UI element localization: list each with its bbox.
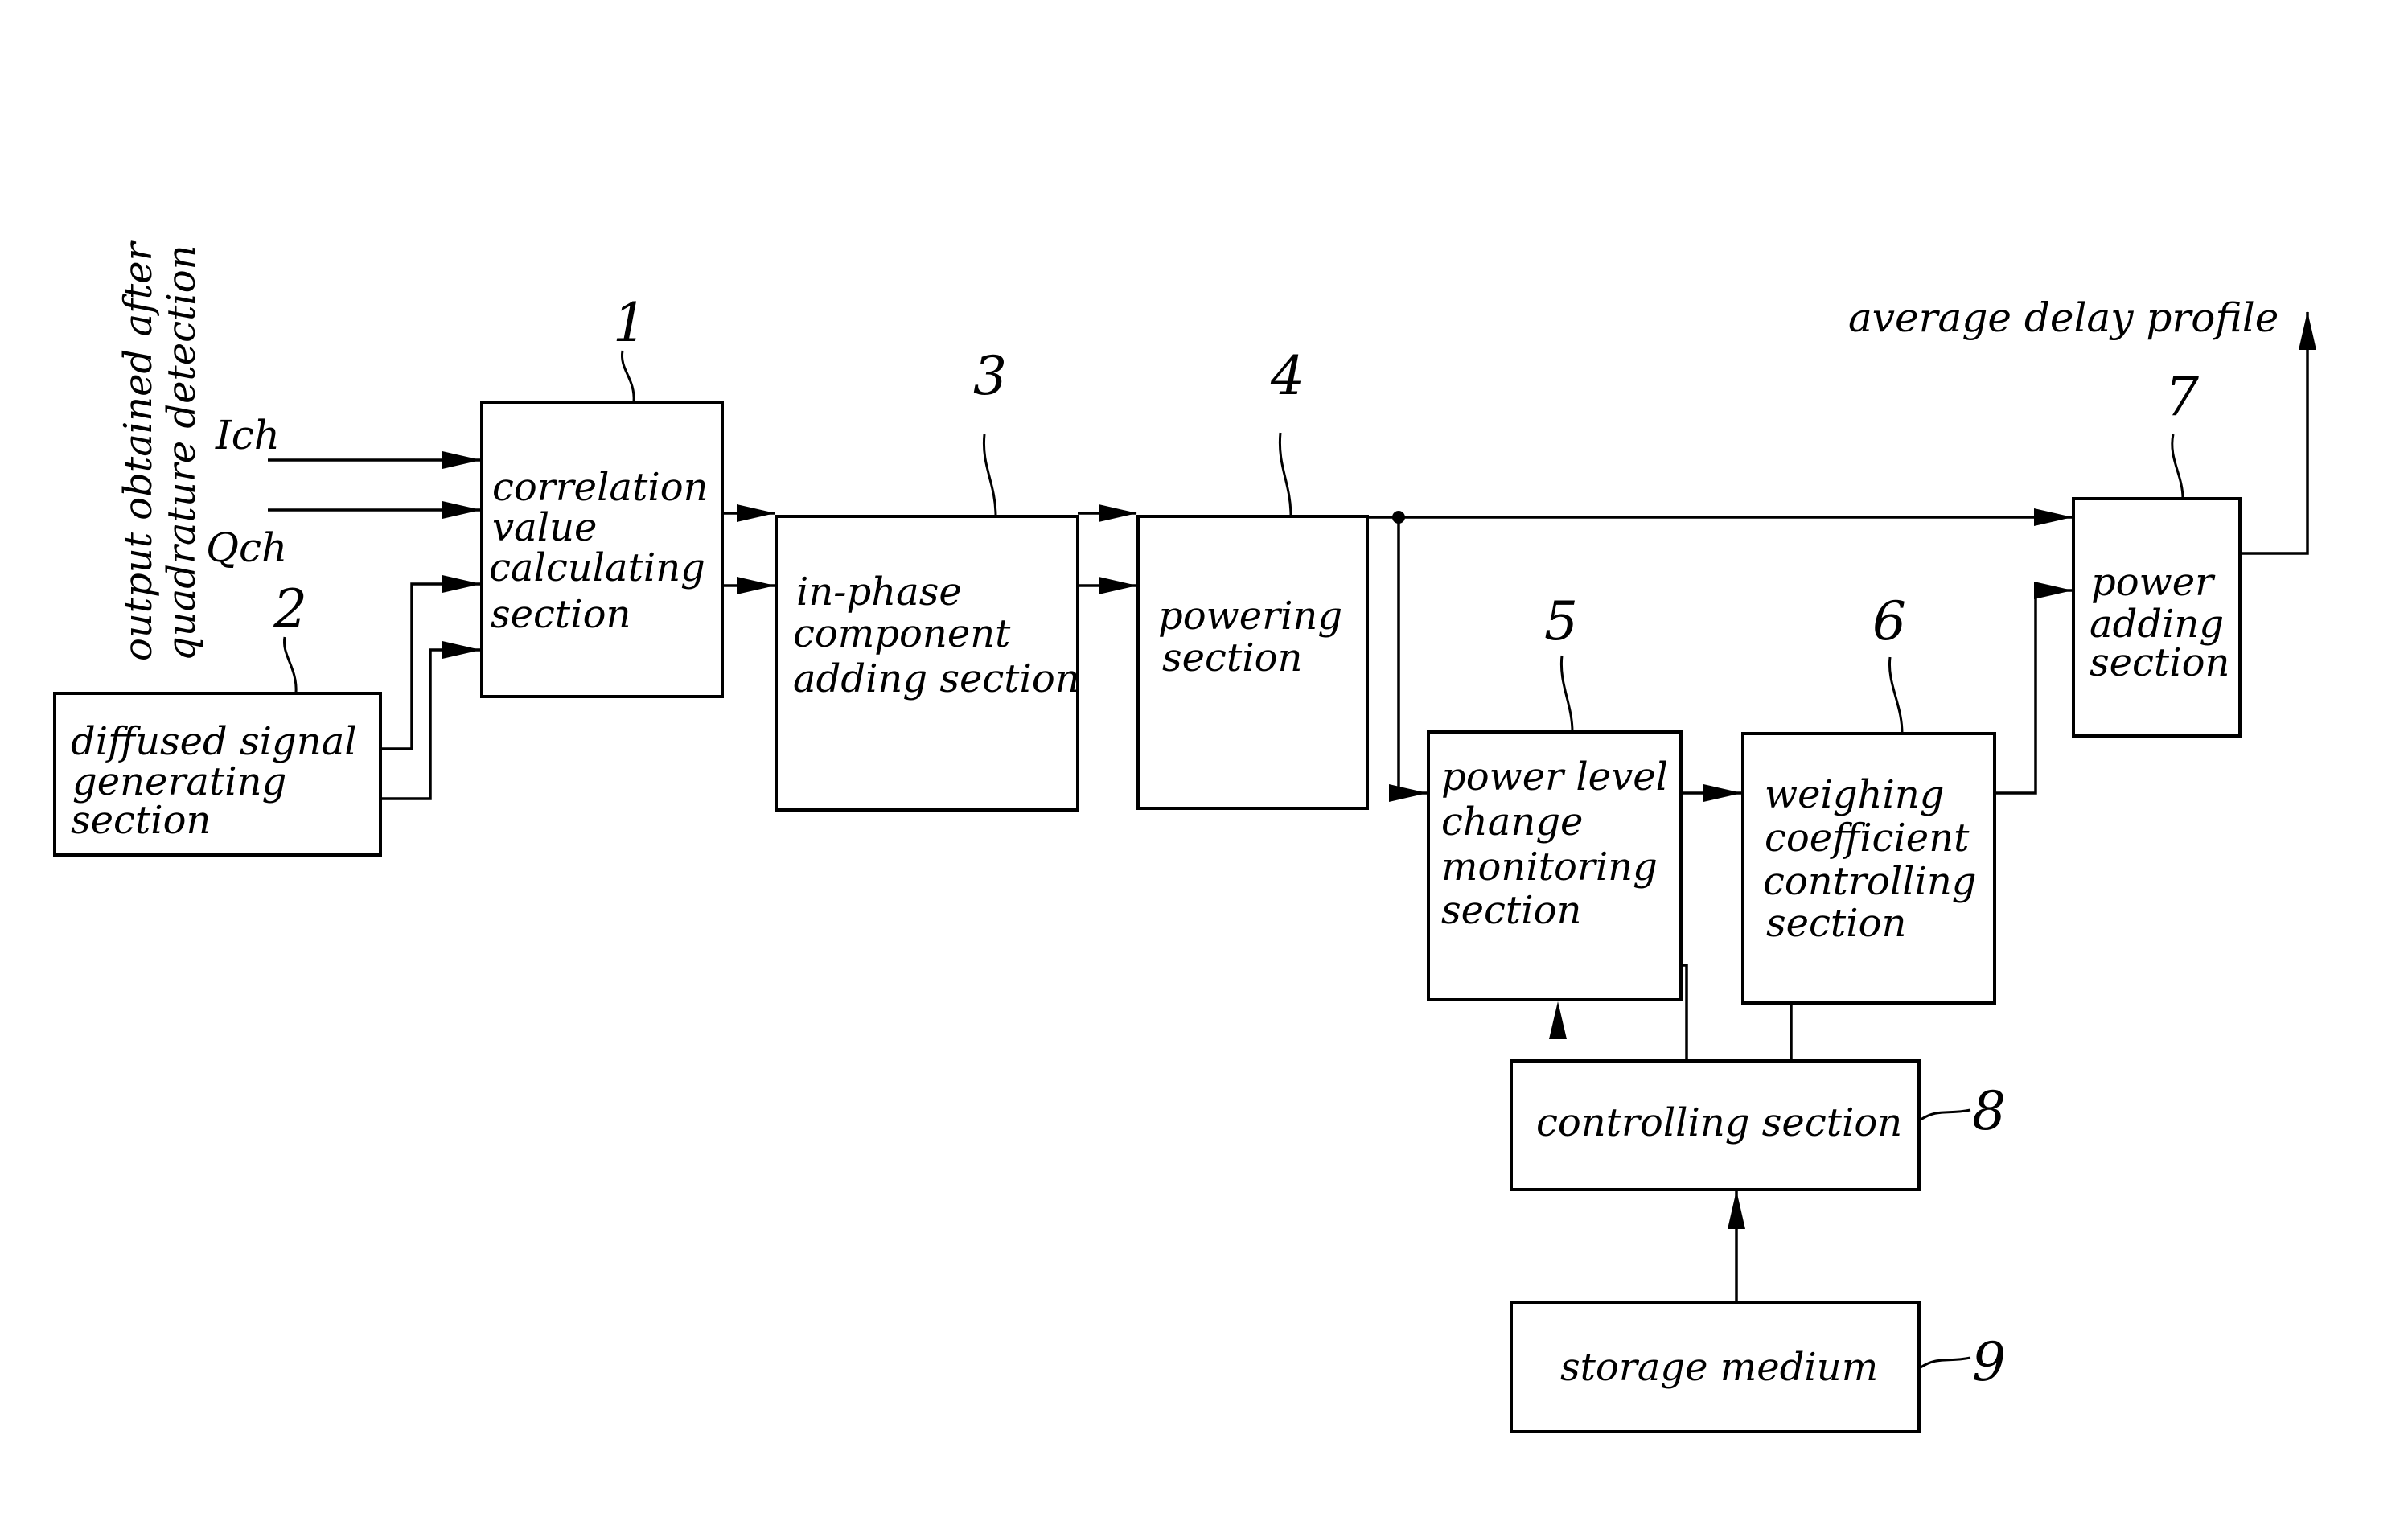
wire-2-to-1-b [380,641,481,800]
block-6-line-3: controlling [1763,859,1977,904]
block-5: power level change monitoring section [1427,730,1683,1001]
block-2: diffused signal generating section [53,692,382,857]
ref-number-9: 9 [1972,1331,2006,1393]
leader-9 [1920,1356,1971,1369]
ref-number-3: 3 [973,345,1007,407]
block-1-line-1: correlation [492,465,709,510]
block-7: power adding section [2072,497,2242,738]
ref-number-4: 4 [1270,345,1305,407]
ref-number-2: 2 [273,578,307,640]
block-4: powering section [1136,515,1369,810]
block-3-line-2: component [793,611,1011,656]
block-8-line-1: controlling section [1536,1100,1902,1145]
arrowhead-8-to-5 [1549,1001,1567,1039]
block-4-line-2: section [1162,635,1302,680]
ref-number-8: 8 [1972,1080,2006,1142]
leader-3 [982,434,997,517]
ref-number-5: 5 [1544,590,1578,652]
block-6-line-2: coefficient [1765,816,1970,861]
block-6: weighing coefficient controlling section [1741,732,1996,1005]
wire-7-output [2240,311,2316,555]
block-2-line-3: section [71,798,211,843]
leader-1 [620,350,635,403]
block-diagram: output obtained after quadrature detecti… [53,240,2316,1433]
block-5-line-1: power level [1441,754,1668,799]
block-9-line-1: storage medium [1560,1345,1878,1390]
block-8: controlling section [1510,1059,1921,1191]
leader-2 [282,636,298,694]
block-5-line-4: section [1441,888,1581,933]
block-5-line-2: change [1441,799,1583,845]
block-4-line-1: powering [1158,594,1342,639]
output-label: average delay profile [1848,294,2279,341]
input-caption-line-2: quadrature detection [159,245,204,661]
ref-number-7: 7 [2165,366,2199,428]
wire-6-to-7 [1995,582,2073,795]
block-3: in-phase component adding section [775,515,1080,812]
input-caption-line-1: output obtained after [116,240,161,661]
block-3-line-1: in-phase [796,569,962,615]
block-1-line-4: section [491,592,631,637]
input-caption: output obtained after quadrature detecti… [116,240,204,661]
qch-label: Qch [206,524,287,571]
leader-4 [1278,432,1292,517]
ref-number-1: 1 [613,292,647,354]
ich-label: Ich [215,412,280,458]
leader-7 [2171,434,2184,499]
block-7-line-3: section [2090,640,2229,685]
block-9: storage medium [1510,1301,1921,1433]
block-6-line-4: section [1766,901,1906,946]
block-1-line-3: calculating [489,545,705,590]
block-1: correlation value calculating section [480,401,724,698]
leader-8 [1920,1108,1971,1121]
block-2-line-1: diffused signal [71,719,357,764]
block-1-line-2: value [492,505,597,550]
block-3-line-3: adding section [793,656,1080,701]
ref-number-6: 6 [1872,590,1906,652]
leader-5 [1559,655,1574,733]
block-6-line-1: weighing [1765,772,1944,817]
wire-4-to-5 [1389,517,1428,802]
block-7-line-1: power [2091,560,2216,605]
block-5-line-3: monitoring [1441,845,1658,890]
leader-6 [1888,656,1904,734]
